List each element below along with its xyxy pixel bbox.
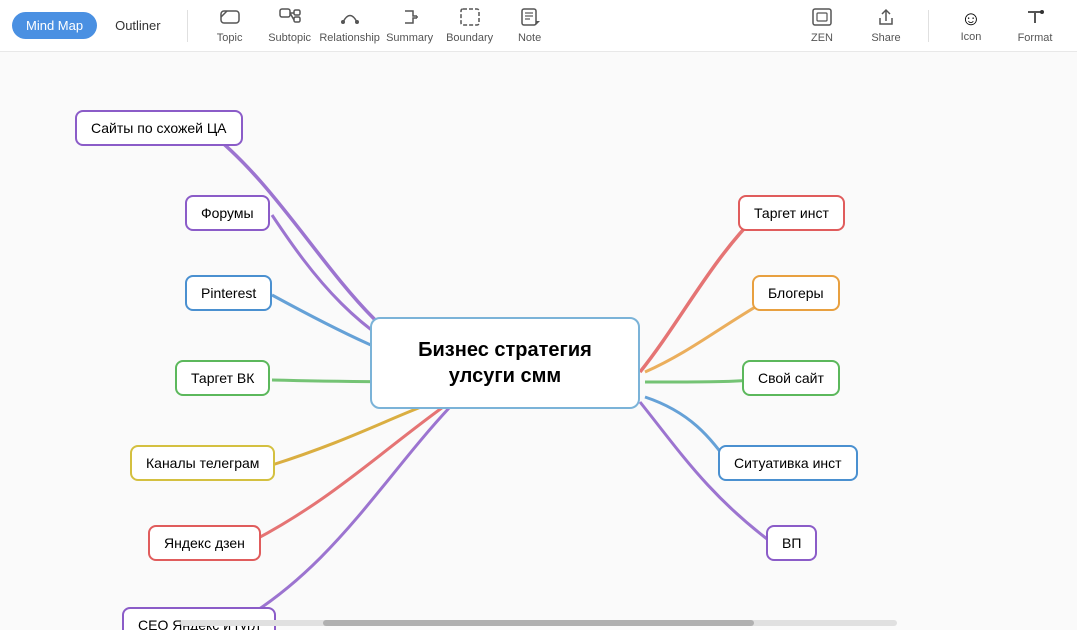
node-targetvk[interactable]: Таргет ВК (175, 360, 270, 396)
summary-label: Summary (386, 32, 433, 44)
icon-label: Icon (961, 31, 982, 43)
node-forumy[interactable]: Форумы (185, 195, 270, 231)
node-vp[interactable]: ВП (766, 525, 817, 561)
share-label: Share (871, 32, 900, 44)
tool-boundary[interactable]: Boundary (440, 3, 500, 48)
horizontal-scrollbar[interactable] (180, 620, 897, 626)
tool-share[interactable]: Share (856, 3, 916, 48)
summary-icon (399, 7, 421, 30)
topic-icon (219, 7, 241, 30)
tool-icon[interactable]: ☺ Icon (941, 5, 1001, 47)
boundary-label: Boundary (446, 32, 493, 44)
tool-group: Topic Subtopic Relationship Summary (200, 3, 560, 48)
tab-mindmap[interactable]: Mind Map (12, 12, 97, 39)
mind-map-canvas[interactable]: Бизнес стратегия улсуги смм Сайты по схо… (0, 52, 1077, 630)
node-kanaly[interactable]: Каналы телеграм (130, 445, 275, 481)
subtopic-label: Subtopic (268, 32, 311, 44)
tool-subtopic[interactable]: Subtopic (260, 3, 320, 48)
boundary-icon (459, 7, 481, 30)
node-targetinst[interactable]: Таргет инст (738, 195, 845, 231)
topic-label: Topic (217, 32, 243, 44)
tool-zen[interactable]: ZEN (792, 3, 852, 48)
format-icon (1024, 7, 1046, 30)
relationship-icon (339, 7, 361, 30)
tool-summary[interactable]: Summary (380, 3, 440, 48)
tool-topic[interactable]: Topic (200, 3, 260, 48)
share-icon (875, 7, 897, 30)
node-blogery[interactable]: Блогеры (752, 275, 840, 311)
node-yandex-dzen[interactable]: Яндекс дзен (148, 525, 261, 561)
tool-format[interactable]: Format (1005, 3, 1065, 48)
relationship-label: Relationship (319, 32, 380, 44)
toolbar: Mind Map Outliner Topic Subtopic Relatio… (0, 0, 1077, 52)
node-seo[interactable]: СЕО Яндекс и гугл (122, 607, 276, 630)
zen-label: ZEN (811, 32, 833, 44)
icon-icon: ☺ (961, 9, 981, 29)
note-icon (519, 7, 541, 30)
separator2 (928, 10, 929, 42)
center-node[interactable]: Бизнес стратегия улсуги смм (370, 317, 640, 409)
toolbar-right: ZEN Share ☺ Icon Format (792, 3, 1065, 48)
node-pinterest[interactable]: Pinterest (185, 275, 272, 311)
format-label: Format (1018, 32, 1053, 44)
tab-outliner[interactable]: Outliner (101, 12, 175, 39)
tool-relationship[interactable]: Relationship (320, 3, 380, 48)
node-svoisait[interactable]: Свой сайт (742, 360, 840, 396)
tool-note[interactable]: Note (500, 3, 560, 48)
node-saity[interactable]: Сайты по схожей ЦА (75, 110, 243, 146)
note-label: Note (518, 32, 541, 44)
zen-icon (811, 7, 833, 30)
separator (187, 10, 188, 42)
node-situativka[interactable]: Ситуативка инст (718, 445, 858, 481)
subtopic-icon (279, 7, 301, 30)
